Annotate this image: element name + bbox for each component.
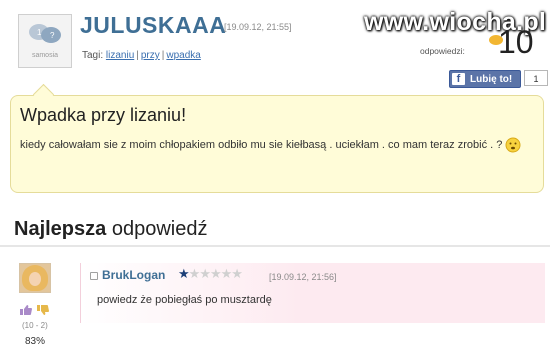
tags-label: Tagi:	[82, 50, 104, 61]
question-title: Wpadka przy lizaniu!	[20, 105, 187, 125]
star-icon: ★	[178, 266, 190, 281]
tag-link[interactable]: przy	[141, 50, 160, 61]
tag-link[interactable]: wpadka	[166, 50, 200, 61]
question-body: kiedy całowałam sie z moim chłopakiem od…	[20, 136, 525, 155]
heading-bold: Najlepsza	[14, 218, 107, 240]
answers-count: 10	[498, 24, 534, 60]
star-icon: ★	[209, 266, 222, 281]
post-header: 1 ? samosia JULUSKAAA [19.09.12, 21:55] …	[0, 0, 550, 90]
user-avatar[interactable]: 1 ? samosia	[18, 14, 72, 68]
vote-percent: 83%	[25, 336, 46, 347]
best-answer-heading: Najlepsza odpowiedź	[14, 218, 207, 241]
question-text: kiedy całowałam sie z moim chłopakiem od…	[20, 139, 503, 151]
tag-link[interactable]: lizaniu	[106, 50, 134, 61]
facebook-like-button[interactable]: f Lubię to!	[449, 70, 521, 88]
answer-text: powiedz że pobiegłaś po musztardę	[97, 294, 272, 306]
rating-stars: ★★★★★★	[178, 266, 243, 282]
arrow-icon	[90, 271, 98, 280]
speech-bubbles-icon: 1 ?	[29, 24, 61, 43]
like-count: 1	[524, 70, 548, 86]
answerer-avatar[interactable]	[19, 263, 51, 293]
star-icon: ★	[199, 266, 211, 281]
svg-text:?: ?	[50, 31, 55, 40]
star-icon: ★	[231, 266, 243, 281]
star-icon: ★	[188, 266, 201, 281]
tags-line: Tagi: lizaniu | przy | wpadka	[82, 50, 201, 61]
avatar-label: samosia	[31, 52, 59, 59]
emoji-icon	[505, 137, 521, 153]
like-label: Lubię to!	[470, 74, 513, 85]
svg-text:1: 1	[37, 28, 42, 37]
answerer-name[interactable]: BrukLogan	[102, 268, 165, 282]
answers-label: odpowiedzi:	[420, 46, 465, 56]
star-icon: ★	[220, 266, 233, 281]
post-date: [19.09.12, 21:55]	[224, 22, 292, 32]
username[interactable]: JULUSKAAA	[80, 12, 226, 39]
facebook-icon: f	[452, 73, 465, 85]
thumbs-down-icon[interactable]	[36, 304, 50, 316]
heading-rest: odpowiedź	[111, 218, 208, 240]
answer-date: [19.09.12, 21:56]	[269, 272, 337, 282]
vote-ratio: (10 - 2)	[22, 321, 48, 330]
divider	[0, 245, 550, 247]
answerer-name-row: BrukLogan	[90, 268, 165, 282]
thumbs-up-icon[interactable]	[19, 304, 33, 316]
